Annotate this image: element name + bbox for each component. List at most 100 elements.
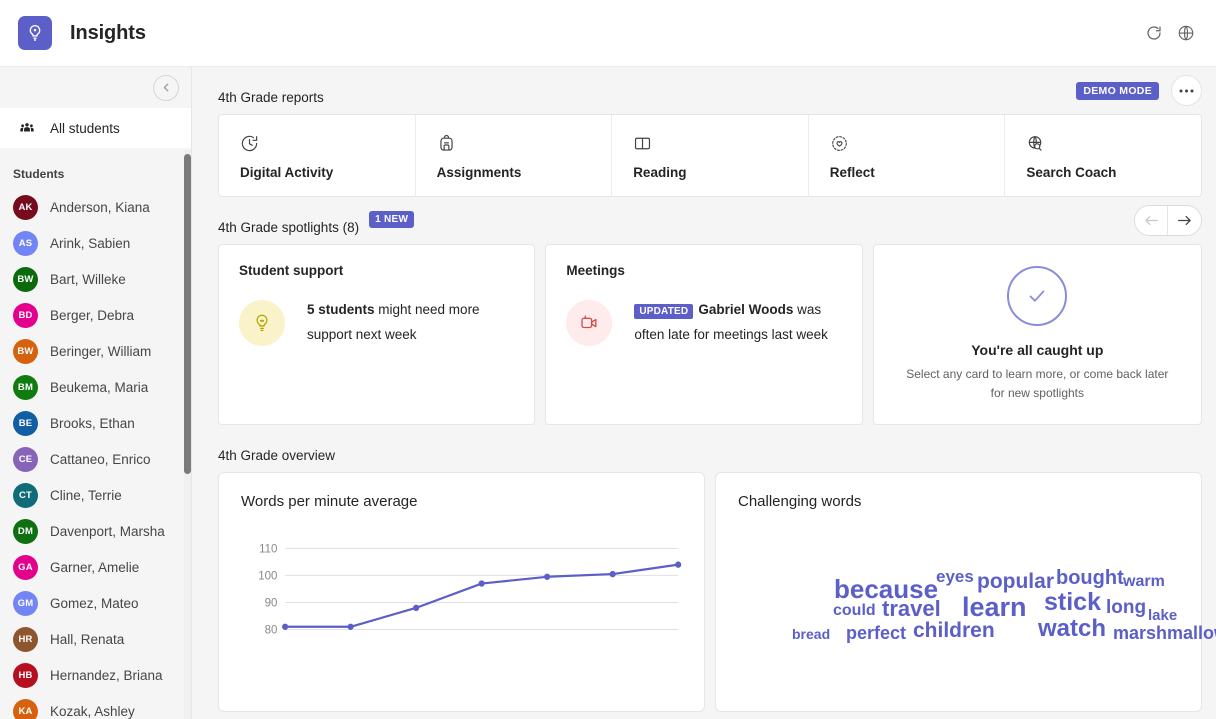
- student-name: Cattaneo, Enrico: [50, 452, 151, 467]
- spotlight-cards: Student support 5 students might need mo…: [218, 244, 1202, 425]
- spotlights-title: 4th Grade spotlights (8): [218, 197, 359, 244]
- student-list-item[interactable]: GMGomez, Mateo: [0, 585, 191, 621]
- student-name: Garner, Amelie: [50, 560, 139, 575]
- chart-data-point[interactable]: [675, 561, 681, 567]
- cloud-word[interactable]: bread: [792, 626, 830, 642]
- cloud-word[interactable]: watch: [1038, 615, 1106, 643]
- page-title: Insights: [70, 22, 146, 45]
- chart-data-point[interactable]: [348, 624, 354, 630]
- words-card-title: Challenging words: [738, 493, 1179, 510]
- avatar: CE: [13, 447, 38, 472]
- sidebar-scrollbar-thumb[interactable]: [184, 154, 191, 474]
- student-name: Anderson, Kiana: [50, 200, 150, 215]
- student-list-item[interactable]: ASArink, Sabien: [0, 225, 191, 261]
- language-button[interactable]: [1170, 17, 1202, 49]
- avatar: BW: [13, 267, 38, 292]
- report-tile-assignments[interactable]: Assignments: [416, 115, 613, 196]
- report-tile-digital-activity[interactable]: Digital Activity: [219, 115, 416, 196]
- app-header: Insights: [0, 0, 1216, 67]
- student-name: Berger, Debra: [50, 308, 134, 323]
- cloud-word[interactable]: warm: [1123, 573, 1165, 591]
- reports-tiles: Digital Activity Assignments: [218, 114, 1202, 197]
- spotlight-title: Meetings: [566, 263, 841, 278]
- report-tile-search-coach[interactable]: Search Coach: [1005, 115, 1201, 196]
- spotlights-next-button[interactable]: [1168, 206, 1201, 235]
- avatar: BD: [13, 303, 38, 328]
- cloud-word[interactable]: lake: [1148, 607, 1177, 624]
- avatar: CT: [13, 483, 38, 508]
- student-list-item[interactable]: HBHernandez, Briana: [0, 657, 191, 693]
- student-name: Hall, Renata: [50, 632, 124, 647]
- sidebar: All students Students AKAnderson, KianaA…: [0, 67, 192, 719]
- chevron-left-icon: [162, 83, 171, 92]
- avatar: AK: [13, 195, 38, 220]
- student-name: Cline, Terrie: [50, 488, 122, 503]
- student-name: Bart, Willeke: [50, 272, 126, 287]
- cloud-word[interactable]: popular: [977, 570, 1054, 594]
- y-axis-tick-label: 100: [258, 569, 278, 582]
- spotlight-text: UPDATEDGabriel Woods was often late for …: [634, 298, 841, 348]
- sidebar-collapse-button[interactable]: [153, 75, 179, 101]
- student-list-item[interactable]: BW Bart, Willeke: [0, 261, 191, 297]
- caught-up-title: You're all caught up: [971, 342, 1103, 358]
- student-list-item[interactable]: KA Kozak, Ashley: [0, 693, 191, 719]
- avatar: HR: [13, 627, 38, 652]
- report-label: Search Coach: [1026, 165, 1201, 180]
- cloud-word[interactable]: bought: [1056, 567, 1124, 590]
- chart-data-point[interactable]: [479, 580, 485, 586]
- y-axis-tick-label: 110: [259, 542, 278, 555]
- student-list-item[interactable]: AK Anderson, Kiana: [0, 189, 191, 225]
- student-name: Kozak, Ashley: [50, 704, 135, 719]
- avatar: GM: [13, 591, 38, 616]
- student-list-item[interactable]: CE Cattaneo, Enrico: [0, 441, 191, 477]
- refresh-button[interactable]: [1138, 17, 1170, 49]
- sidebar-collapse-row: [0, 67, 191, 108]
- checkmark-icon: [1023, 282, 1051, 310]
- report-tile-reflect[interactable]: Reflect: [809, 115, 1006, 196]
- chart-data-point[interactable]: [610, 571, 616, 577]
- cloud-word[interactable]: long: [1106, 597, 1146, 619]
- spotlight-card-student-support[interactable]: Student support 5 students might need mo…: [218, 244, 535, 425]
- reports-section-header: 4th Grade reports DEMO MODE: [218, 67, 1202, 114]
- chart-data-point[interactable]: [282, 624, 288, 630]
- spotlight-strong-text: Gabriel Woods: [698, 302, 793, 317]
- spotlight-icon-wrap: [566, 300, 612, 346]
- wpm-line-chart[interactable]: 8090100110: [241, 533, 682, 683]
- spotlight-body: UPDATEDGabriel Woods was often late for …: [566, 298, 841, 348]
- cloud-word[interactable]: marshmallow: [1113, 623, 1216, 644]
- clock-icon: [240, 132, 415, 154]
- student-list-item[interactable]: BD Berger, Debra: [0, 297, 191, 333]
- demo-mode-badge: DEMO MODE: [1076, 82, 1159, 100]
- student-list-item[interactable]: HR Hall, Renata: [0, 621, 191, 657]
- report-tile-reading[interactable]: Reading: [612, 115, 809, 196]
- avatar: HB: [13, 663, 38, 688]
- student-list-item[interactable]: BEBrooks, Ethan: [0, 405, 191, 441]
- student-list-item[interactable]: BWBeringer, William: [0, 333, 191, 369]
- student-list-item[interactable]: GAGarner, Amelie: [0, 549, 191, 585]
- all-students-label: All students: [50, 121, 120, 136]
- spotlights-prev-button[interactable]: [1135, 206, 1168, 235]
- student-list-item[interactable]: CT Cline, Terrie: [0, 477, 191, 513]
- cloud-word[interactable]: perfect: [846, 623, 906, 644]
- chart-data-point[interactable]: [544, 574, 550, 580]
- people-icon: [19, 120, 35, 136]
- avatar: KA: [13, 699, 38, 719]
- cloud-word[interactable]: eyes: [936, 567, 974, 587]
- student-list-item[interactable]: BMBeukema, Maria: [0, 369, 191, 405]
- spotlight-card-meetings[interactable]: Meetings UPDATEDGabriel Woods was often …: [545, 244, 862, 425]
- sidebar-item-all-students[interactable]: All students: [0, 108, 191, 148]
- student-list-item[interactable]: DMDavenport, Marsha: [0, 513, 191, 549]
- globe-icon: [1177, 24, 1195, 42]
- open-book-icon: [633, 132, 808, 154]
- more-options-button[interactable]: [1171, 75, 1202, 106]
- main-content: 4th Grade reports DEMO MODE Digit: [192, 67, 1216, 719]
- cloud-word[interactable]: stick: [1044, 588, 1101, 617]
- app-logo: [18, 16, 52, 50]
- cloud-word[interactable]: could: [833, 602, 876, 620]
- insights-app: Insights: [0, 0, 1216, 719]
- spotlight-text: 5 students might need more support next …: [307, 298, 514, 348]
- lightbulb-icon: [25, 23, 45, 43]
- chart-data-point[interactable]: [413, 605, 419, 611]
- avatar: BE: [13, 411, 38, 436]
- cloud-word[interactable]: children: [913, 619, 995, 643]
